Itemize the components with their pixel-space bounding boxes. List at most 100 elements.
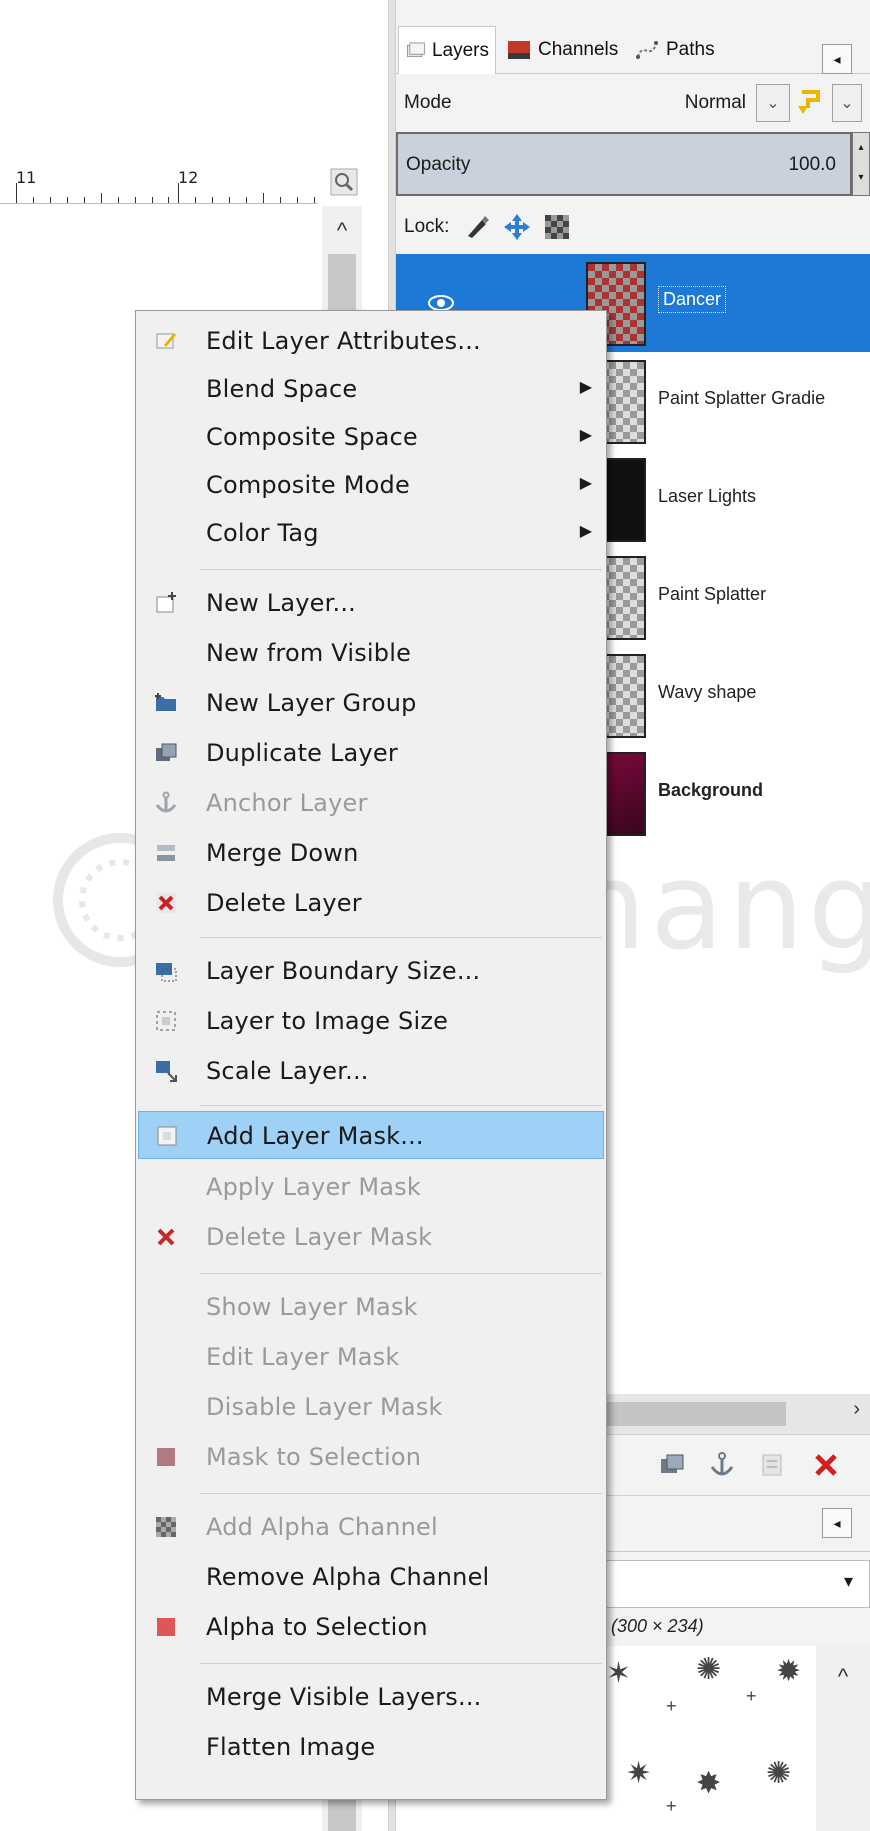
- menu-item-new-layer-group[interactable]: New Layer Group: [138, 679, 604, 727]
- menu-item-color-tag[interactable]: Color Tag ▶: [138, 509, 604, 557]
- submenu-arrow-icon: ▶: [579, 379, 592, 396]
- paths-icon: [636, 41, 658, 59]
- menu-item-add-layer-mask[interactable]: Add Layer Mask...: [138, 1111, 604, 1159]
- brush-splatter-icon[interactable]: ✸: [696, 1766, 721, 1801]
- brush-splatter-icon[interactable]: ✷: [626, 1756, 651, 1791]
- menu-item-label: Layer to Image Size: [206, 1007, 449, 1035]
- brush-splatter-icon[interactable]: ✶: [606, 1656, 631, 1691]
- dock-menu-icon[interactable]: ◂: [822, 44, 852, 74]
- menu-item-edit-layer-attributes[interactable]: Edit Layer Attributes...: [138, 317, 604, 365]
- dock-menu-icon[interactable]: ◂: [822, 1508, 852, 1538]
- menu-separator: [200, 1663, 602, 1664]
- anchor-icon[interactable]: [708, 1451, 736, 1479]
- menu-item-new-from-visible[interactable]: New from Visible: [138, 629, 604, 677]
- submenu-arrow-icon: ▶: [579, 475, 592, 492]
- menu-item-composite-mode[interactable]: Composite Mode ▶: [138, 461, 604, 509]
- brush-plus-icon: +: [666, 1796, 677, 1816]
- anchor-icon: [155, 791, 177, 813]
- menu-item-disable-layer-mask: Disable Layer Mask: [138, 1383, 604, 1431]
- dock-tabs: Layers Channels Paths ◂: [396, 18, 870, 74]
- zoom-navigate-icon[interactable]: [330, 168, 358, 196]
- menu-item-duplicate-layer[interactable]: Duplicate Layer: [138, 729, 604, 777]
- layers-icon: [407, 42, 425, 57]
- mode-dropdown-icon[interactable]: ⌄: [756, 84, 790, 122]
- delete-icon: [156, 893, 176, 913]
- menu-item-show-layer-mask: Show Layer Mask: [138, 1283, 604, 1331]
- duplicate-layer-icon[interactable]: [658, 1451, 686, 1479]
- layer-name[interactable]: Wavy shape: [658, 682, 756, 703]
- menu-item-label: Add Layer Mask...: [207, 1122, 424, 1150]
- menu-item-label: New Layer Group: [206, 689, 417, 717]
- brush-scrollbar[interactable]: ^: [816, 1646, 870, 1831]
- mode-select[interactable]: Normal: [626, 92, 746, 114]
- menu-item-label: Merge Visible Layers...: [206, 1683, 482, 1711]
- layer-name[interactable]: Laser Lights: [658, 486, 756, 507]
- alpha-selection-icon: [157, 1618, 175, 1636]
- menu-item-alpha-to-selection[interactable]: Alpha to Selection: [138, 1603, 604, 1651]
- menu-item-label: Delete Layer Mask: [206, 1223, 433, 1251]
- tab-channels[interactable]: Channels: [500, 26, 626, 74]
- menu-item-label: Mask to Selection: [206, 1443, 422, 1471]
- mode-switch-icon[interactable]: [794, 86, 828, 120]
- brush-splatter-icon[interactable]: ✹: [776, 1654, 801, 1689]
- ruler-label: 12: [178, 168, 199, 187]
- opacity-slider[interactable]: Opacity 100.0: [396, 132, 852, 196]
- menu-item-remove-alpha-channel[interactable]: Remove Alpha Channel: [138, 1553, 604, 1601]
- menu-item-apply-layer-mask: Apply Layer Mask: [138, 1163, 604, 1211]
- menu-item-layer-to-image-size[interactable]: Layer to Image Size: [138, 997, 604, 1045]
- image-size-icon: [156, 1011, 176, 1031]
- menu-item-merge-visible-layers[interactable]: Merge Visible Layers...: [138, 1673, 604, 1721]
- menu-item-merge-down[interactable]: Merge Down: [138, 829, 604, 877]
- menu-separator: [200, 1105, 602, 1106]
- lock-label: Lock:: [404, 216, 450, 237]
- brush-splatter-icon[interactable]: ✺: [696, 1652, 721, 1687]
- composite-dropdown-icon[interactable]: ⌄: [832, 84, 862, 122]
- channels-icon: [508, 41, 530, 59]
- menu-item-label: Disable Layer Mask: [206, 1393, 443, 1421]
- menu-item-label: Edit Layer Attributes...: [206, 327, 481, 355]
- tab-label: Paths: [666, 39, 715, 60]
- menu-item-label: Merge Down: [206, 839, 359, 867]
- menu-item-label: Alpha to Selection: [206, 1613, 428, 1641]
- merge-icon[interactable]: [758, 1451, 786, 1479]
- menu-item-label: New from Visible: [206, 639, 412, 667]
- new-layer-icon: [156, 592, 176, 613]
- submenu-arrow-icon: ▶: [579, 523, 592, 540]
- opacity-spin-icon[interactable]: ▴ ▾: [852, 132, 870, 196]
- tab-layers[interactable]: Layers: [398, 26, 496, 74]
- menu-item-scale-layer[interactable]: Scale Layer...: [138, 1047, 604, 1095]
- delete-layer-icon[interactable]: [812, 1451, 840, 1479]
- menu-item-flatten-image[interactable]: Flatten Image: [138, 1723, 604, 1771]
- menu-separator: [200, 569, 602, 570]
- opacity-value[interactable]: 100.0: [788, 154, 836, 176]
- menu-item-label: Delete Layer: [206, 889, 362, 917]
- layer-name[interactable]: Dancer: [658, 286, 727, 313]
- menu-item-label: Layer Boundary Size...: [206, 957, 481, 985]
- menu-item-label: Flatten Image: [206, 1733, 376, 1761]
- menu-item-label: New Layer...: [206, 589, 356, 617]
- tab-label: Channels: [538, 39, 619, 60]
- brush-plus-icon: +: [666, 1696, 677, 1716]
- tab-paths[interactable]: Paths: [628, 26, 728, 74]
- menu-item-composite-space[interactable]: Composite Space ▶: [138, 413, 604, 461]
- lock-alpha-icon[interactable]: [542, 212, 572, 242]
- layer-name[interactable]: Paint Splatter: [658, 584, 766, 605]
- chevron-down-icon[interactable]: ▾: [844, 1571, 853, 1592]
- brush-splatter-icon[interactable]: ✺: [766, 1756, 791, 1791]
- scroll-right-icon[interactable]: ›: [853, 1398, 860, 1421]
- lock-position-icon[interactable]: [502, 212, 532, 242]
- layer-name[interactable]: Background: [658, 780, 763, 801]
- lock-pixels-icon[interactable]: [462, 212, 492, 242]
- scroll-up-icon[interactable]: ^: [322, 206, 362, 256]
- menu-item-label: Add Alpha Channel: [206, 1513, 438, 1541]
- boundary-size-icon: [156, 963, 177, 982]
- layer-name[interactable]: Paint Splatter Gradie: [658, 388, 825, 409]
- menu-item-blend-space[interactable]: Blend Space ▶: [138, 365, 604, 413]
- menu-item-delete-layer[interactable]: Delete Layer: [138, 879, 604, 927]
- menu-item-label: Color Tag: [206, 519, 319, 547]
- menu-item-layer-boundary-size[interactable]: Layer Boundary Size...: [138, 947, 604, 995]
- menu-item-label: Blend Space: [206, 375, 358, 403]
- merge-down-icon: [157, 845, 175, 861]
- scale-icon: [156, 1061, 177, 1082]
- menu-item-new-layer[interactable]: New Layer...: [138, 579, 604, 627]
